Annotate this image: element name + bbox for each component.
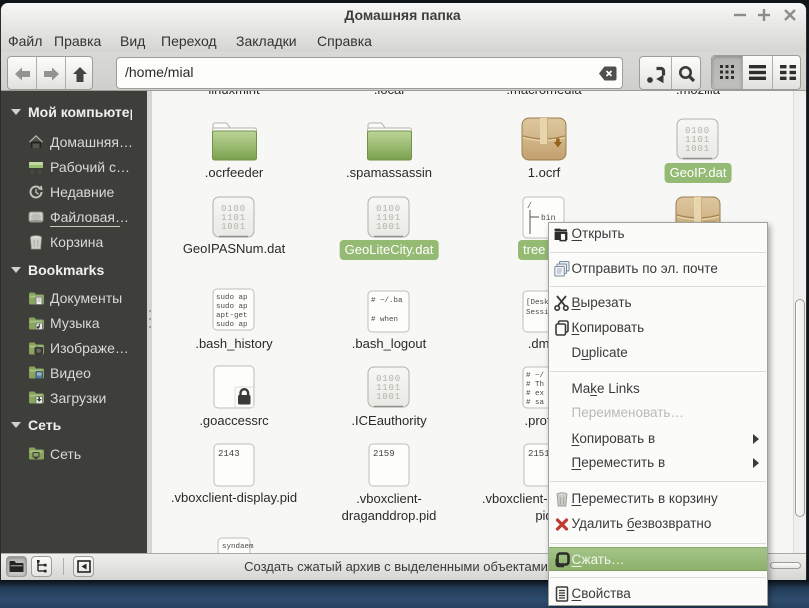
svg-text:# ~/.ba: # ~/.ba [371, 297, 403, 305]
svg-text:sudo ap: sudo ap [216, 321, 248, 329]
svg-text:Sessi: Sessi [526, 309, 549, 317]
svg-text:2151: 2151 [528, 449, 550, 459]
svg-text:1001: 1001 [376, 392, 401, 402]
svg-text:sudo ap: sudo ap [216, 303, 248, 311]
svg-text:sudo ap: sudo ap [216, 294, 248, 302]
svg-text:1001: 1001 [376, 222, 401, 232]
svg-text:2143: 2143 [218, 449, 240, 459]
svg-text:apt-get: apt-get [216, 312, 248, 320]
svg-text:# ~/: # ~/ [526, 372, 545, 380]
svg-text:syndaem: syndaem [222, 543, 254, 551]
svg-text:1001: 1001 [221, 222, 246, 232]
svg-text:[Desk: [Desk [526, 299, 549, 307]
svg-text:/: / [527, 202, 532, 211]
svg-text:# Th: # Th [526, 381, 544, 389]
svg-text:# sa: # sa [526, 399, 545, 407]
svg-text:# when: # when [371, 316, 398, 324]
svg-text:1001: 1001 [685, 144, 710, 154]
svg-text:# ex: # ex [526, 390, 545, 398]
svg-text:2159: 2159 [373, 449, 395, 459]
